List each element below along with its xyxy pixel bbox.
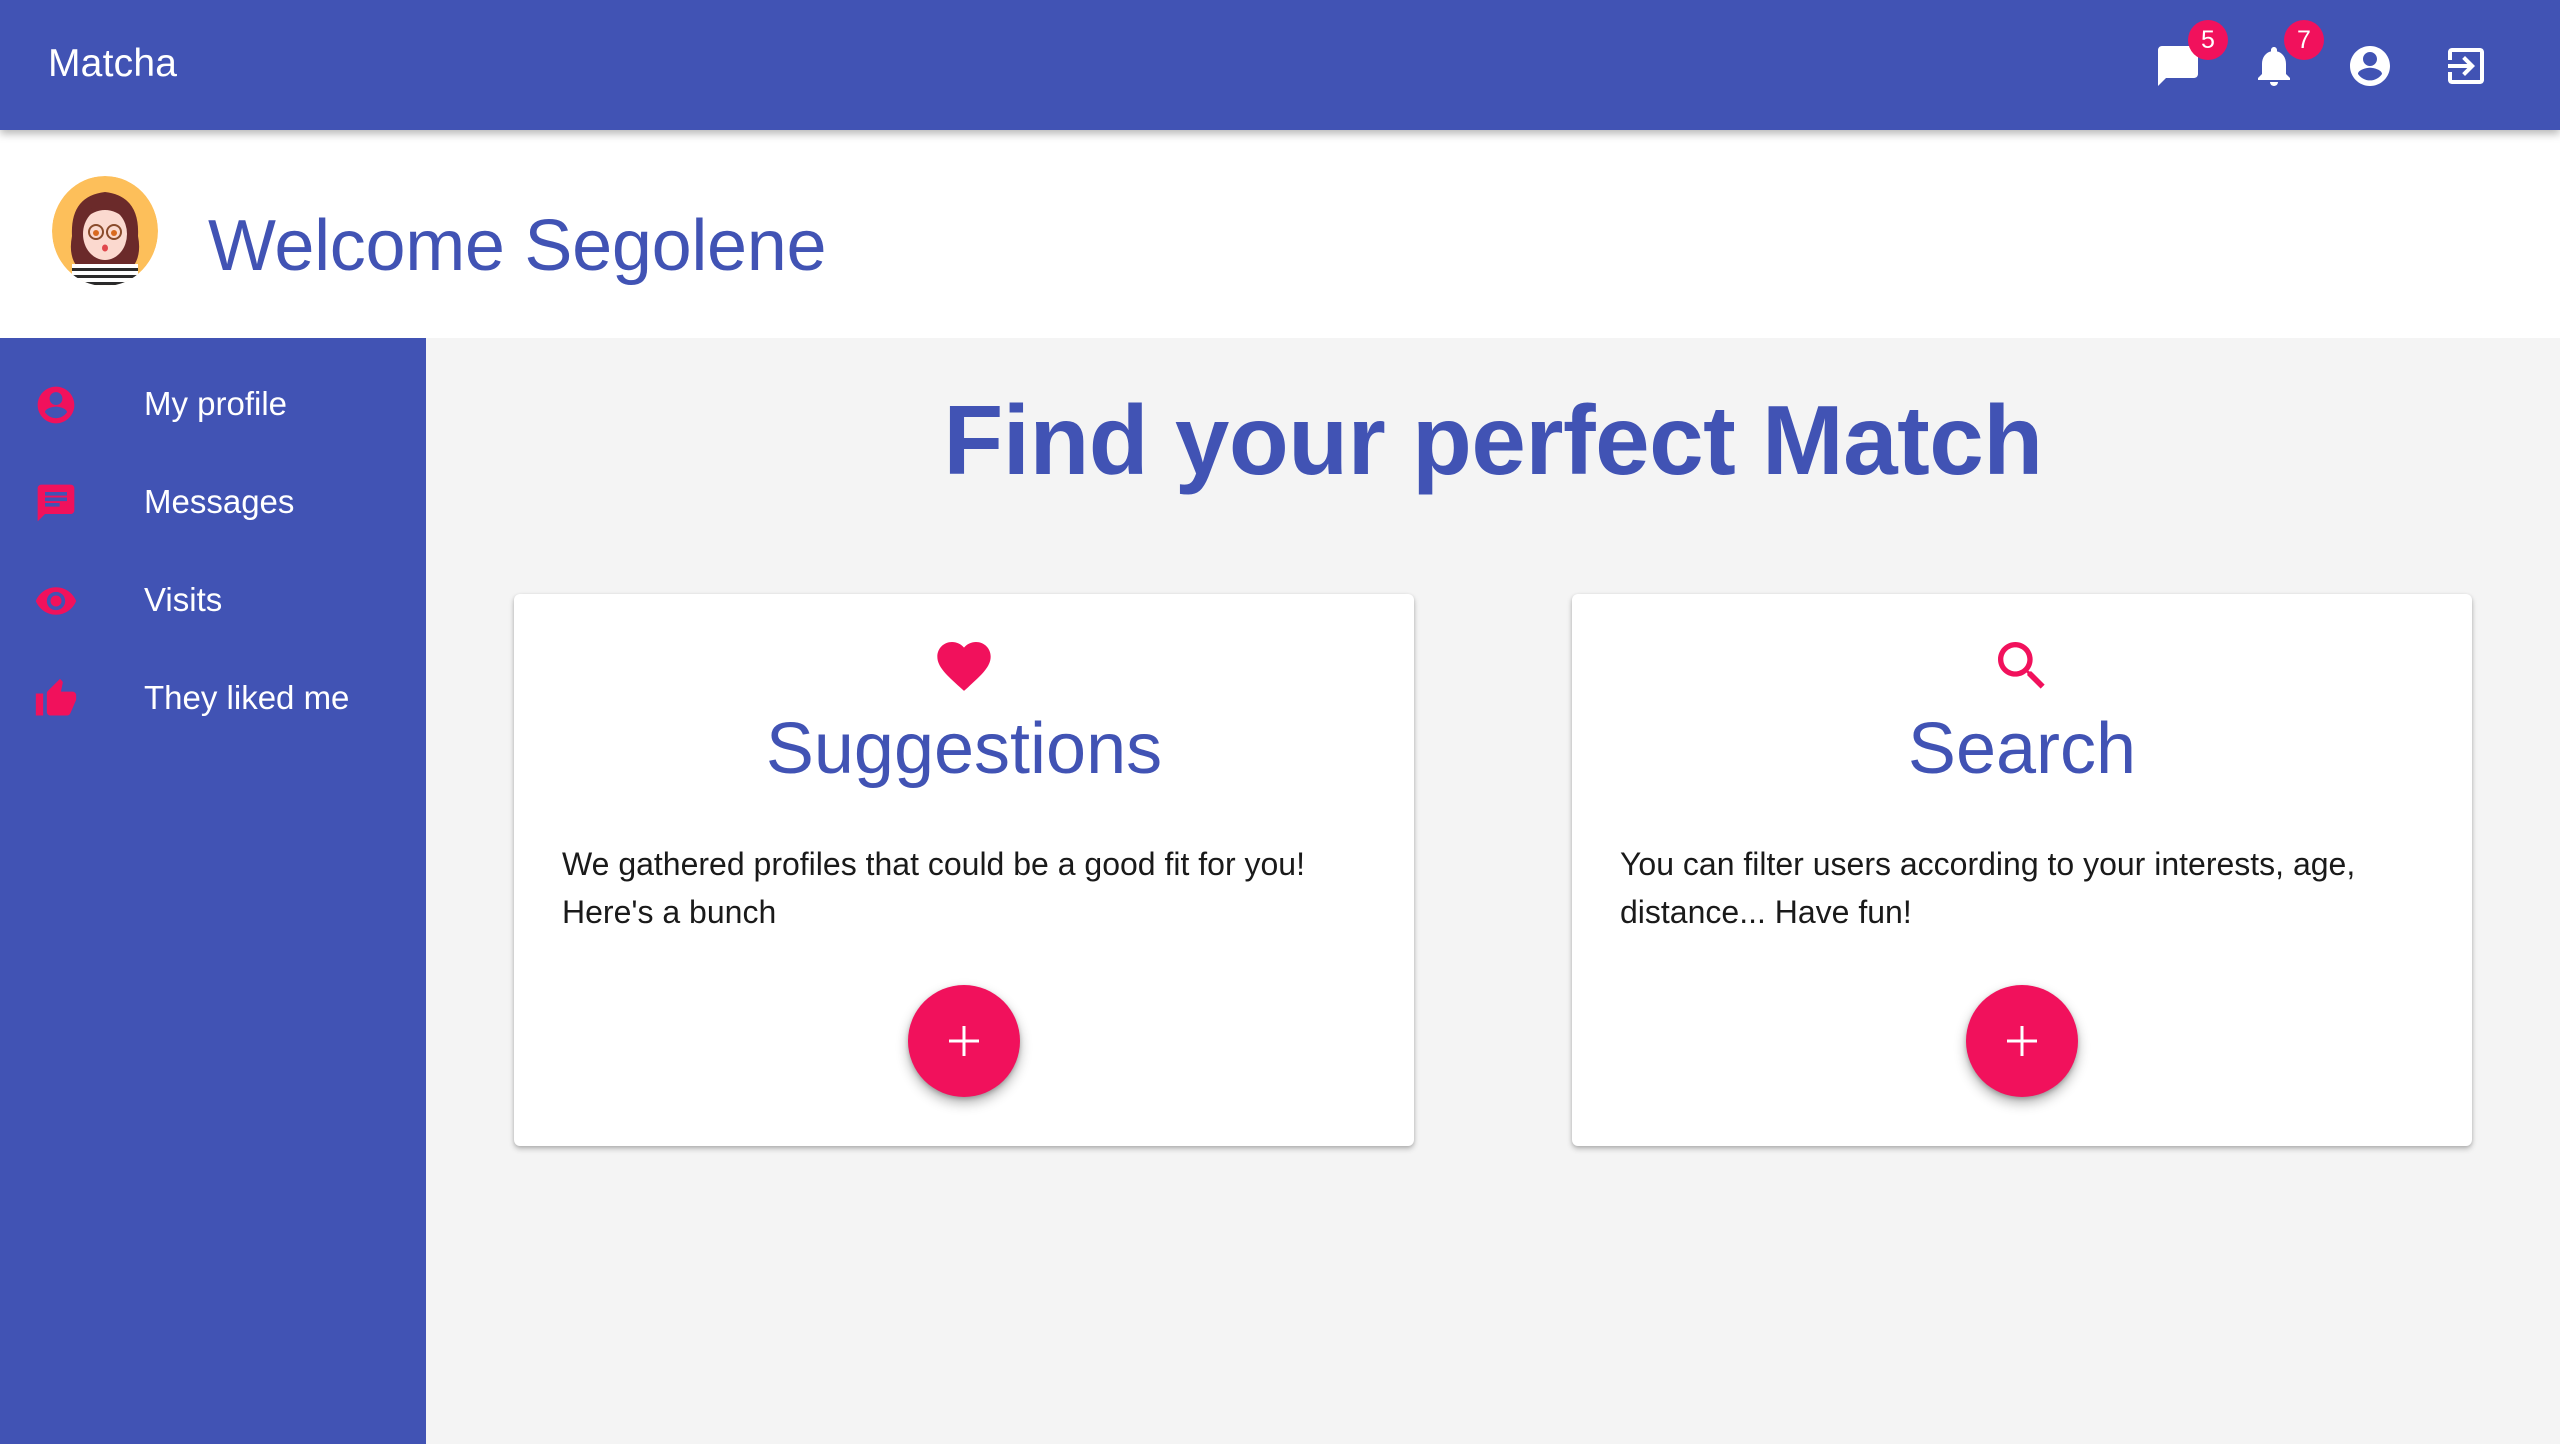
app-title[interactable]: Matcha [48, 42, 177, 86]
notifications-button[interactable]: 7 [2248, 20, 2324, 92]
user-avatar[interactable] [52, 176, 158, 286]
card-title: Search [1907, 709, 2137, 789]
account-button[interactable] [2344, 40, 2396, 92]
sidebar: My profile Messages Visits They liked me [0, 338, 426, 1444]
heart-icon [514, 634, 1414, 698]
plus-icon [949, 1026, 979, 1056]
search-card: Search You can filter users according to… [1572, 594, 2472, 1146]
messages-button[interactable]: 5 [2152, 20, 2228, 92]
account-circle-icon [2350, 46, 2390, 86]
card-description: You can filter users according to your i… [1620, 846, 2356, 930]
sidebar-item-label: Messages [144, 483, 295, 520]
card-title: Suggestions [765, 709, 1163, 789]
suggestions-card: Suggestions We gathered profiles that co… [514, 594, 1414, 1146]
sidebar-item-messages[interactable]: Messages [0, 461, 426, 541]
sidebar-item-label: Visits [144, 581, 223, 618]
notifications-badge: 7 [2284, 20, 2324, 60]
plus-icon [2007, 1026, 2037, 1056]
sidebar-item-label: My profile [144, 385, 288, 422]
open-suggestions-button[interactable] [908, 985, 1020, 1097]
sidebar-item-they-liked-me[interactable]: They liked me [0, 657, 426, 737]
avatar-illustration-icon [52, 176, 158, 286]
search-icon [1572, 634, 2472, 698]
welcome-message: Welcome Segolene [208, 206, 827, 286]
card-description: We gathered profiles that could be a goo… [562, 846, 1305, 930]
sidebar-item-label: They liked me [144, 679, 350, 716]
logout-icon [2448, 48, 2484, 84]
thumb-up-icon [34, 677, 78, 721]
page-title: Find your perfect Match [943, 385, 2043, 495]
logout-button[interactable] [2440, 40, 2492, 92]
sidebar-item-visits[interactable]: Visits [0, 559, 426, 639]
open-search-button[interactable] [1966, 985, 2078, 1097]
message-icon [34, 481, 78, 525]
messages-badge: 5 [2188, 20, 2228, 60]
sidebar-item-my-profile[interactable]: My profile [0, 363, 426, 443]
account-circle-icon [34, 383, 78, 427]
app-bar: Matcha 5 7 [0, 0, 2560, 130]
eye-icon [34, 579, 78, 623]
